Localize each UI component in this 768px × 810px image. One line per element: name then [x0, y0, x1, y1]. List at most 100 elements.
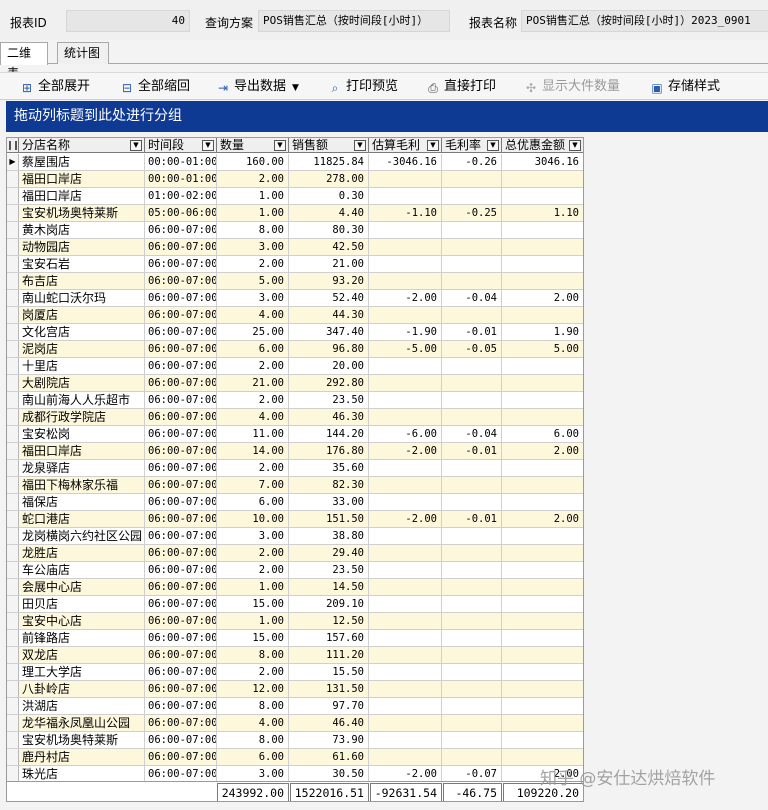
- table-cell[interactable]: 6.00: [217, 341, 289, 357]
- table-cell[interactable]: [502, 664, 583, 680]
- table-cell[interactable]: [369, 630, 442, 646]
- table-cell[interactable]: 车公庙店: [19, 562, 145, 578]
- row-indicator[interactable]: [7, 290, 19, 306]
- row-indicator[interactable]: [7, 596, 19, 612]
- table-cell[interactable]: 2.00: [217, 358, 289, 374]
- table-cell[interactable]: [442, 494, 502, 510]
- table-cell[interactable]: 278.00: [289, 171, 369, 187]
- table-cell[interactable]: [369, 375, 442, 391]
- table-cell[interactable]: 4.00: [217, 307, 289, 323]
- row-indicator[interactable]: [7, 630, 19, 646]
- table-cell[interactable]: [369, 273, 442, 289]
- table-cell[interactable]: [442, 528, 502, 544]
- table-cell[interactable]: [442, 171, 502, 187]
- table-cell[interactable]: [442, 715, 502, 731]
- table-cell[interactable]: 06:00-07:00: [145, 409, 217, 425]
- table-cell[interactable]: 30.50: [289, 766, 369, 782]
- row-indicator[interactable]: [7, 698, 19, 714]
- table-cell[interactable]: 洪湖店: [19, 698, 145, 714]
- row-indicator[interactable]: [7, 409, 19, 425]
- table-row[interactable]: 福田口岸店 06:00-07:00 14.00 176.80 -2.00 -0.01 2.0…: [7, 443, 583, 460]
- table-cell[interactable]: 06:00-07:00: [145, 664, 217, 680]
- table-cell[interactable]: [502, 579, 583, 595]
- table-cell[interactable]: 黄木岗店: [19, 222, 145, 238]
- table-cell[interactable]: 3.00: [217, 766, 289, 782]
- table-cell[interactable]: [442, 613, 502, 629]
- table-row[interactable]: 龙岗横岗六约社区公园 06:00-07:00 3.00 38.80: [7, 528, 583, 545]
- table-cell[interactable]: 龙华福永凤凰山公园: [19, 715, 145, 731]
- table-cell[interactable]: 2.00: [217, 545, 289, 561]
- table-row[interactable]: 南山蛇口沃尔玛 06:00-07:00 3.00 52.40 -2.00 -0.04 2.0…: [7, 290, 583, 307]
- table-cell[interactable]: 鹿丹村店: [19, 749, 145, 765]
- column-header-qty[interactable]: 数量 ▼: [217, 138, 289, 153]
- table-cell[interactable]: 06:00-07:00: [145, 494, 217, 510]
- table-cell[interactable]: 06:00-07:00: [145, 256, 217, 272]
- table-cell[interactable]: -6.00: [369, 426, 442, 442]
- table-cell[interactable]: 布吉店: [19, 273, 145, 289]
- table-cell[interactable]: 1.00: [217, 579, 289, 595]
- direct-print-button[interactable]: ⎙ 直接打印: [426, 77, 496, 97]
- table-row[interactable]: 大剧院店 06:00-07:00 21.00 292.80: [7, 375, 583, 392]
- table-cell[interactable]: 福田口岸店: [19, 188, 145, 204]
- table-cell[interactable]: 06:00-07:00: [145, 579, 217, 595]
- table-cell[interactable]: -0.26: [442, 154, 502, 170]
- table-cell[interactable]: [502, 715, 583, 731]
- table-cell[interactable]: 龙岗横岗六约社区公园: [19, 528, 145, 544]
- table-cell[interactable]: 15.50: [289, 664, 369, 680]
- table-cell[interactable]: [442, 749, 502, 765]
- table-cell[interactable]: [369, 596, 442, 612]
- table-cell[interactable]: 25.00: [217, 324, 289, 340]
- table-row[interactable]: 鹿丹村店 06:00-07:00 6.00 61.60: [7, 749, 583, 766]
- table-row[interactable]: 车公庙店 06:00-07:00 2.00 23.50: [7, 562, 583, 579]
- table-cell[interactable]: 1.00: [217, 613, 289, 629]
- table-cell[interactable]: 大剧院店: [19, 375, 145, 391]
- table-cell[interactable]: 8.00: [217, 698, 289, 714]
- table-cell[interactable]: 06:00-07:00: [145, 613, 217, 629]
- table-cell[interactable]: -2.00: [369, 511, 442, 527]
- table-cell[interactable]: 06:00-07:00: [145, 290, 217, 306]
- table-cell[interactable]: 15.00: [217, 630, 289, 646]
- table-cell[interactable]: 6.00: [217, 494, 289, 510]
- table-cell[interactable]: 06:00-07:00: [145, 630, 217, 646]
- table-cell[interactable]: [502, 647, 583, 663]
- table-cell[interactable]: 宝安中心店: [19, 613, 145, 629]
- row-indicator[interactable]: [7, 562, 19, 578]
- table-cell[interactable]: [369, 647, 442, 663]
- table-cell[interactable]: 福田下梅林家乐福: [19, 477, 145, 493]
- table-cell[interactable]: [442, 647, 502, 663]
- table-cell[interactable]: 3.00: [217, 239, 289, 255]
- table-cell[interactable]: -2.00: [369, 766, 442, 782]
- table-cell[interactable]: 06:00-07:00: [145, 375, 217, 391]
- table-cell[interactable]: 14.00: [217, 443, 289, 459]
- row-indicator[interactable]: [7, 579, 19, 595]
- table-cell[interactable]: 5.00: [217, 273, 289, 289]
- table-row[interactable]: 十里店 06:00-07:00 2.00 20.00: [7, 358, 583, 375]
- table-cell[interactable]: 06:00-07:00: [145, 732, 217, 748]
- table-cell[interactable]: [502, 613, 583, 629]
- table-cell[interactable]: 2.00: [217, 392, 289, 408]
- table-cell[interactable]: 42.50: [289, 239, 369, 255]
- table-cell[interactable]: 岗厦店: [19, 307, 145, 323]
- table-cell[interactable]: 06:00-07:00: [145, 562, 217, 578]
- table-cell[interactable]: 2.00: [502, 443, 583, 459]
- table-cell[interactable]: 十里店: [19, 358, 145, 374]
- table-row[interactable]: 宝安机场奥特莱斯 06:00-07:00 8.00 73.90: [7, 732, 583, 749]
- table-cell[interactable]: 44.30: [289, 307, 369, 323]
- table-cell[interactable]: 龙胜店: [19, 545, 145, 561]
- table-cell[interactable]: [502, 630, 583, 646]
- table-cell[interactable]: 0.30: [289, 188, 369, 204]
- table-cell[interactable]: 理工大学店: [19, 664, 145, 680]
- table-row[interactable]: 泥岗店 06:00-07:00 6.00 96.80 -5.00 -0.05 5.00: [7, 341, 583, 358]
- table-row[interactable]: 布吉店 06:00-07:00 5.00 93.20: [7, 273, 583, 290]
- table-cell[interactable]: [442, 273, 502, 289]
- column-header-sales[interactable]: 销售额 ▼: [289, 138, 369, 153]
- table-cell[interactable]: 12.50: [289, 613, 369, 629]
- table-cell[interactable]: [442, 307, 502, 323]
- table-cell[interactable]: [502, 256, 583, 272]
- table-cell[interactable]: 成都行政学院店: [19, 409, 145, 425]
- table-cell[interactable]: [369, 749, 442, 765]
- row-indicator[interactable]: [7, 749, 19, 765]
- table-cell[interactable]: [442, 732, 502, 748]
- filter-dropdown-icon[interactable]: ▼: [427, 140, 439, 151]
- table-row[interactable]: 福田下梅林家乐福 06:00-07:00 7.00 82.30: [7, 477, 583, 494]
